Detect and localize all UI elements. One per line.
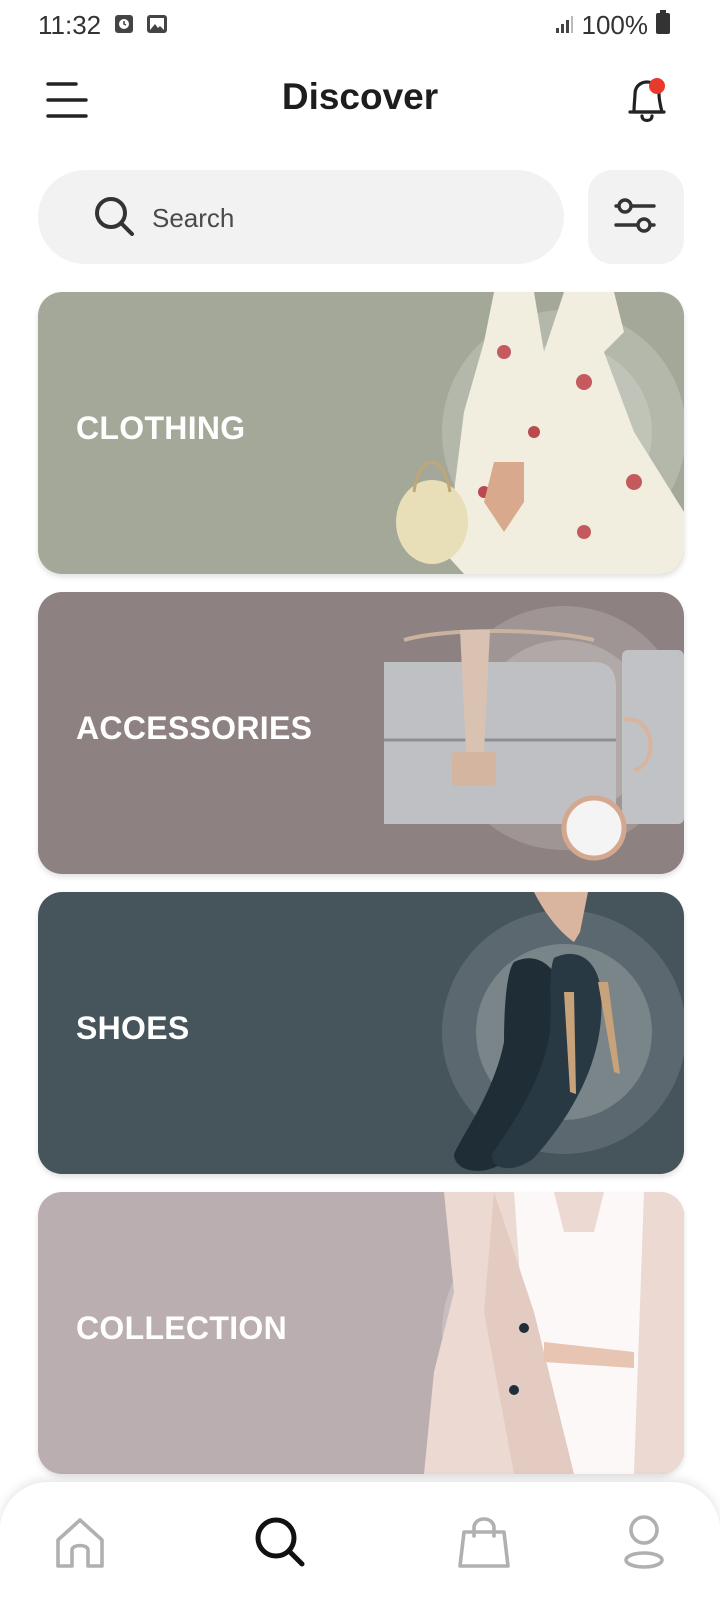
- nav-shop[interactable]: [452, 1510, 516, 1574]
- battery-text: 100%: [581, 10, 649, 40]
- category-label: COLLECTION: [76, 1310, 287, 1346]
- category-label: CLOTHING: [76, 410, 246, 446]
- alarm-icon: [114, 13, 134, 40]
- nav-profile[interactable]: [612, 1510, 676, 1574]
- search-icon: [255, 1517, 305, 1567]
- notification-badge: [649, 78, 665, 94]
- collection-image: [424, 1192, 684, 1474]
- category-card-shoes[interactable]: SHOES: [38, 892, 684, 1174]
- nav-search[interactable]: [248, 1510, 312, 1574]
- search-input[interactable]: [150, 192, 534, 244]
- status-bar: 11:32 100%: [0, 0, 720, 52]
- status-time: 11:32: [38, 10, 102, 40]
- user-icon: [624, 1515, 664, 1569]
- image-icon: [146, 13, 168, 40]
- bottom-navigation: [0, 1482, 720, 1622]
- shoes-image: [442, 892, 684, 1171]
- notification-button[interactable]: [622, 74, 672, 128]
- battery-icon: [656, 10, 670, 41]
- home-icon: [56, 1518, 104, 1568]
- accessories-image: [384, 606, 684, 861]
- filter-button[interactable]: [588, 170, 684, 264]
- shopping-bag-icon: [458, 1517, 510, 1568]
- category-card-clothing[interactable]: CLOTHING: [38, 292, 684, 574]
- category-card-collection[interactable]: COLLECTION: [38, 1192, 684, 1474]
- category-label: SHOES: [76, 1010, 190, 1046]
- category-card-accessories[interactable]: ACCESSORIES: [38, 592, 684, 874]
- category-label: ACCESSORIES: [76, 710, 313, 746]
- sliders-icon: [614, 198, 656, 233]
- search-icon: [95, 197, 134, 236]
- page-title: Discover: [281, 76, 439, 117]
- nav-home[interactable]: [48, 1510, 112, 1574]
- clothing-image: [396, 292, 684, 574]
- search-bar[interactable]: [38, 170, 564, 264]
- signal-icon: [554, 10, 574, 41]
- app-header: Discover: [0, 60, 720, 140]
- bell-icon: [628, 78, 666, 123]
